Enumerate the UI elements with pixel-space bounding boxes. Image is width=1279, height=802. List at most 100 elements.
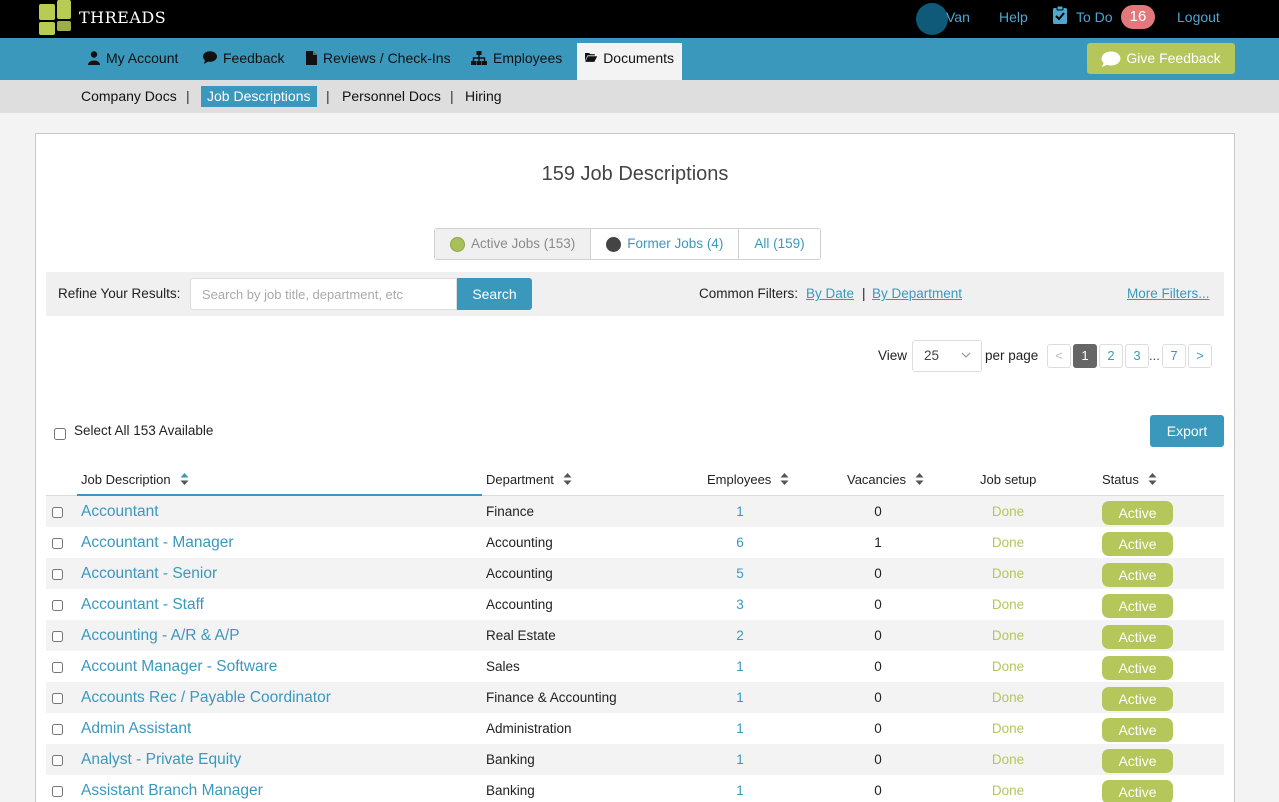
- column-header-employees[interactable]: Employees: [707, 471, 789, 487]
- filter-by-department-link[interactable]: By Department: [872, 286, 962, 301]
- subnav-company-docs[interactable]: Company Docs: [75, 86, 183, 107]
- subnav-personnel-docs[interactable]: Personnel Docs: [336, 86, 447, 107]
- row-checkbox[interactable]: [52, 600, 63, 611]
- employees-link[interactable]: 2: [706, 620, 774, 651]
- employees-link[interactable]: 5: [706, 558, 774, 589]
- more-filters-link[interactable]: More Filters...: [1127, 286, 1210, 301]
- next-page-button[interactable]: >: [1188, 344, 1212, 368]
- job-status-tabs: Active Jobs (153) Former Jobs (4) All (1…: [434, 228, 821, 260]
- todo-link[interactable]: To Do: [1076, 9, 1113, 25]
- vacancies-cell: 0: [874, 783, 882, 798]
- employees-link[interactable]: 1: [706, 775, 774, 802]
- employees-link[interactable]: 1: [706, 682, 774, 713]
- nav-item-feedback[interactable]: Feedback: [195, 43, 292, 80]
- status-badge[interactable]: Active: [1102, 563, 1173, 587]
- select-all-checkbox[interactable]: [54, 428, 66, 440]
- status-badge[interactable]: Active: [1102, 749, 1173, 773]
- row-checkbox[interactable]: [52, 755, 63, 766]
- status-badge[interactable]: Active: [1102, 594, 1173, 618]
- table-row: Accounts Rec / Payable Coordinator Finan…: [46, 682, 1224, 713]
- row-checkbox[interactable]: [52, 693, 63, 704]
- column-header-job-description[interactable]: Job Description: [81, 471, 189, 487]
- page-1-button[interactable]: 1: [1073, 344, 1097, 368]
- employees-link[interactable]: 3: [706, 589, 774, 620]
- job-title-link[interactable]: Assistant Branch Manager: [81, 775, 263, 802]
- page-7-button[interactable]: 7: [1162, 344, 1186, 368]
- column-header-vacancies[interactable]: Vacancies: [847, 471, 924, 487]
- page-2-button[interactable]: 2: [1099, 344, 1123, 368]
- todo-count-badge[interactable]: 16: [1121, 5, 1155, 29]
- status-badge[interactable]: Active: [1102, 718, 1173, 742]
- job-title-link[interactable]: Analyst - Private Equity: [81, 744, 241, 775]
- nav-item-documents[interactable]: Documents: [577, 43, 682, 80]
- status-badge[interactable]: Active: [1102, 780, 1173, 802]
- subnav-job-descriptions[interactable]: Job Descriptions: [201, 86, 317, 107]
- prev-page-button[interactable]: <: [1047, 344, 1071, 368]
- job-title-link[interactable]: Accountant - Manager: [81, 527, 234, 558]
- employees-link[interactable]: 6: [706, 527, 774, 558]
- export-button[interactable]: Export: [1150, 415, 1224, 447]
- status-badge[interactable]: Active: [1102, 656, 1173, 680]
- vacancies-cell: 0: [874, 752, 882, 767]
- subnav-hiring[interactable]: Hiring: [459, 86, 508, 107]
- tab-all[interactable]: All (159): [738, 229, 819, 259]
- job-setup-link[interactable]: Done: [977, 527, 1039, 558]
- threads-logo[interactable]: [37, 0, 73, 36]
- row-checkbox[interactable]: [52, 662, 63, 673]
- tab-active-jobs[interactable]: Active Jobs (153): [435, 229, 591, 259]
- clipboard-check-icon[interactable]: [1052, 5, 1068, 25]
- job-setup-link[interactable]: Done: [977, 744, 1039, 775]
- job-setup-link[interactable]: Done: [977, 775, 1039, 802]
- column-header-status[interactable]: Status: [1102, 471, 1157, 487]
- status-badge[interactable]: Active: [1102, 687, 1173, 711]
- refine-label: Refine Your Results:: [58, 286, 181, 301]
- common-filters-label: Common Filters:: [699, 286, 799, 301]
- status-badge[interactable]: Active: [1102, 625, 1173, 649]
- row-checkbox[interactable]: [52, 631, 63, 642]
- user-avatar[interactable]: [916, 3, 948, 35]
- column-label: Job Description: [81, 471, 171, 487]
- filter-by-date-link[interactable]: By Date: [806, 286, 854, 301]
- job-title-link[interactable]: Admin Assistant: [81, 713, 191, 744]
- nav-item-my-account[interactable]: My Account: [80, 43, 186, 80]
- row-checkbox[interactable]: [52, 569, 63, 580]
- logout-link[interactable]: Logout: [1177, 9, 1220, 25]
- table-row: Accountant - Staff Accounting 3 0 Done A…: [46, 589, 1224, 620]
- job-title-link[interactable]: Accounting - A/R & A/P: [81, 620, 240, 651]
- job-setup-link[interactable]: Done: [977, 682, 1039, 713]
- give-feedback-button[interactable]: Give Feedback: [1087, 43, 1235, 74]
- user-name-link[interactable]: Van: [946, 9, 970, 25]
- help-link[interactable]: Help: [999, 9, 1028, 25]
- row-checkbox[interactable]: [52, 786, 63, 797]
- per-page-select[interactable]: 25: [912, 340, 982, 372]
- row-checkbox[interactable]: [52, 724, 63, 735]
- employees-link[interactable]: 1: [706, 713, 774, 744]
- employees-link[interactable]: 1: [706, 651, 774, 682]
- table-row: Analyst - Private Equity Banking 1 0 Don…: [46, 744, 1224, 775]
- status-badge[interactable]: Active: [1102, 501, 1173, 525]
- nav-item-reviews[interactable]: Reviews / Check-Ins: [298, 43, 459, 80]
- job-setup-link[interactable]: Done: [977, 620, 1039, 651]
- job-setup-link[interactable]: Done: [977, 558, 1039, 589]
- nav-item-employees[interactable]: Employees: [463, 43, 570, 80]
- search-input[interactable]: [190, 278, 457, 310]
- job-setup-link[interactable]: Done: [977, 651, 1039, 682]
- column-header-department[interactable]: Department: [486, 471, 572, 487]
- row-checkbox[interactable]: [52, 538, 63, 549]
- status-badge[interactable]: Active: [1102, 532, 1173, 556]
- job-title-link[interactable]: Accountant - Senior: [81, 558, 217, 589]
- search-button[interactable]: Search: [457, 278, 532, 310]
- row-checkbox[interactable]: [52, 507, 63, 518]
- employees-link[interactable]: 1: [706, 496, 774, 527]
- page-3-button[interactable]: 3: [1125, 344, 1149, 368]
- job-title-link[interactable]: Account Manager - Software: [81, 651, 277, 682]
- job-title-link[interactable]: Accountant - Staff: [81, 589, 204, 620]
- per-page-label: per page: [985, 348, 1039, 363]
- job-setup-link[interactable]: Done: [977, 713, 1039, 744]
- tab-former-jobs[interactable]: Former Jobs (4): [590, 229, 738, 259]
- job-title-link[interactable]: Accounts Rec / Payable Coordinator: [81, 682, 331, 713]
- job-setup-link[interactable]: Done: [977, 496, 1039, 527]
- job-title-link[interactable]: Accountant: [81, 496, 159, 527]
- employees-link[interactable]: 1: [706, 744, 774, 775]
- job-setup-link[interactable]: Done: [977, 589, 1039, 620]
